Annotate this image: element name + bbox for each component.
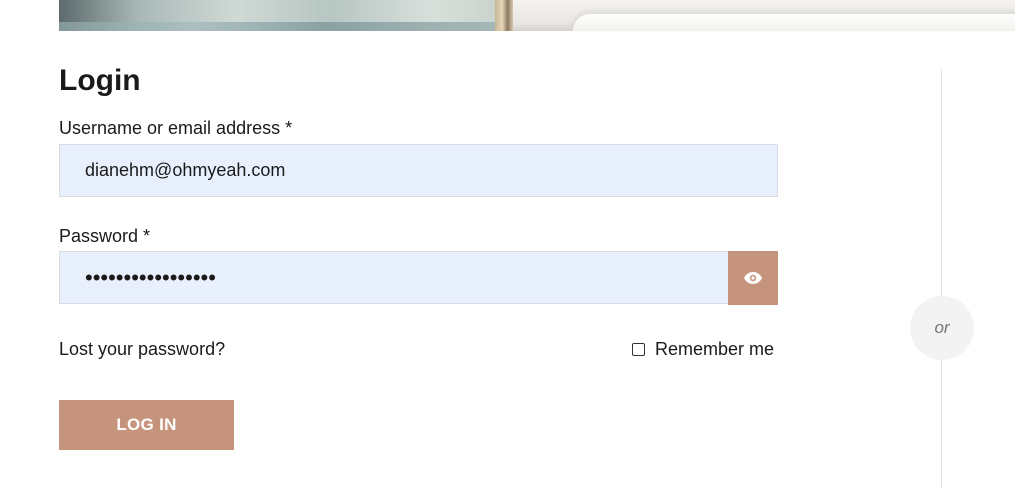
lost-password-link[interactable]: Lost your password? bbox=[59, 338, 225, 360]
login-page: Login Username or email address * Passwo… bbox=[0, 0, 1015, 489]
banner-backdrop bbox=[513, 0, 1015, 31]
username-input[interactable] bbox=[59, 144, 778, 197]
username-label: Username or email address * bbox=[59, 118, 293, 138]
banner-painting bbox=[59, 0, 499, 31]
eye-icon bbox=[744, 272, 762, 284]
password-label: Password * bbox=[59, 226, 151, 246]
remember-me[interactable]: Remember me bbox=[632, 338, 774, 360]
show-password-button[interactable] bbox=[728, 251, 778, 305]
banner-frame bbox=[495, 0, 513, 31]
page-title: Login bbox=[59, 64, 141, 97]
or-separator: or bbox=[910, 296, 974, 360]
vertical-divider bbox=[941, 69, 942, 489]
remember-me-checkbox[interactable] bbox=[632, 342, 645, 356]
remember-me-label: Remember me bbox=[655, 339, 775, 359]
password-input[interactable] bbox=[59, 251, 729, 304]
banner-image bbox=[59, 0, 1015, 31]
login-button[interactable]: LOG IN bbox=[59, 400, 234, 450]
